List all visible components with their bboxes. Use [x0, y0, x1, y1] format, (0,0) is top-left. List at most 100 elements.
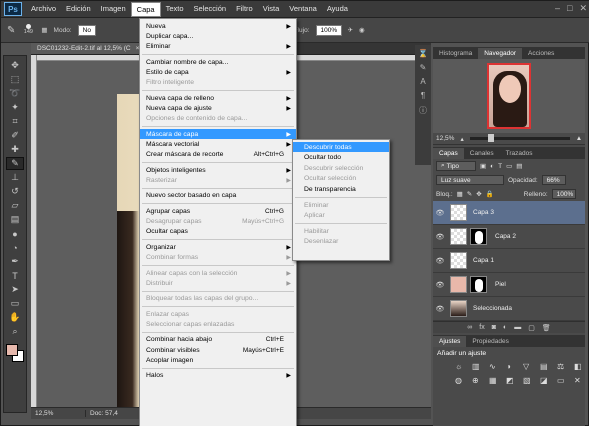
- path-select-icon[interactable]: ➤: [6, 283, 24, 296]
- tab-histograma[interactable]: Histograma: [433, 48, 478, 59]
- history-icon[interactable]: ⌛: [418, 49, 428, 58]
- menu-ayuda[interactable]: Ayuda: [322, 2, 353, 17]
- pen-tool-icon[interactable]: ✒: [6, 255, 24, 268]
- navigator-preview[interactable]: [433, 59, 585, 133]
- filter-adjust-icon[interactable]: ◐: [490, 163, 494, 170]
- tab-propiedades[interactable]: Propiedades: [466, 336, 515, 347]
- document-tab[interactable]: DSC01232-Edit-2.tif al 12,5% (C ×: [31, 43, 146, 54]
- history-brush-icon[interactable]: ↺: [6, 185, 24, 198]
- menu-texto[interactable]: Texto: [161, 2, 189, 17]
- menu-item-nueva-capa-de-relleno[interactable]: Nueva capa de relleno ▶: [140, 93, 296, 103]
- vibrance-icon[interactable]: ▽: [523, 362, 535, 371]
- layer-thumbnail[interactable]: [450, 228, 467, 245]
- menu-item-estilo-de-capa[interactable]: Estilo de capa ▶: [140, 67, 296, 77]
- menu-item-ocultar-todo[interactable]: Ocultar todo: [293, 153, 389, 163]
- lock-transparent-icon[interactable]: ▦: [457, 190, 463, 198]
- layer-thumbnail[interactable]: [450, 204, 467, 221]
- menu-item-nueva-capa-de-ajuste[interactable]: Nueva capa de ajuste ▶: [140, 103, 296, 113]
- menu-item-descubrir-todas[interactable]: Descubrir todas: [293, 142, 389, 152]
- menu-item-agrupar-capas[interactable]: Agrupar capas Ctrl+G: [140, 206, 296, 216]
- tab-trazados[interactable]: Trazados: [500, 148, 539, 159]
- menu-seleccion[interactable]: Selección: [189, 2, 232, 17]
- new-layer-icon[interactable]: ▢: [528, 324, 535, 332]
- menu-item-mascara-de-capa[interactable]: Máscara de capa ▶: [140, 129, 296, 140]
- marquee-tool-icon[interactable]: ⬚: [6, 73, 24, 86]
- menu-capa[interactable]: Capa: [130, 1, 161, 17]
- lookup-icon[interactable]: ▦: [489, 376, 501, 385]
- lasso-tool-icon[interactable]: ➰: [6, 87, 24, 100]
- menu-item-duplicar-capa[interactable]: Duplicar capa...: [140, 31, 296, 41]
- healing-tool-icon[interactable]: ✚: [6, 143, 24, 156]
- layer-row[interactable]: 👁 Seleccionada: [433, 297, 585, 321]
- layer-name[interactable]: Capa 1: [473, 257, 494, 264]
- foreground-color[interactable]: [6, 344, 18, 356]
- layer-thumbnail[interactable]: [450, 300, 467, 317]
- link-icon[interactable]: ∞: [467, 324, 472, 331]
- gradient-tool-icon[interactable]: ▤: [6, 213, 24, 226]
- zoom-slider[interactable]: [469, 134, 570, 142]
- menu-vista[interactable]: Vista: [258, 2, 285, 17]
- navigator-zoom-value[interactable]: 12,5%: [436, 135, 454, 142]
- color-swatches[interactable]: [5, 343, 25, 363]
- add-mask-icon[interactable]: ◙: [492, 324, 496, 331]
- char-icon[interactable]: A: [420, 77, 425, 86]
- visibility-eye-icon[interactable]: 👁: [433, 305, 447, 313]
- menu-item-crear-mascara-de-recorte[interactable]: Crear máscara de recorte Alt+Ctrl+G: [140, 150, 296, 160]
- zoom-slider-knob[interactable]: [487, 134, 494, 142]
- zoom-in-icon[interactable]: ▲: [576, 135, 582, 142]
- layer-thumbnail[interactable]: [450, 276, 467, 293]
- visibility-eye-icon[interactable]: 👁: [433, 209, 447, 217]
- blur-tool-icon[interactable]: ●: [6, 227, 24, 240]
- filter-shape-icon[interactable]: ▭: [506, 162, 512, 170]
- zoom-out-icon[interactable]: ▴: [460, 135, 463, 143]
- gradient-map-icon[interactable]: ▭: [557, 376, 569, 385]
- lock-move-icon[interactable]: ✥: [476, 190, 481, 198]
- menu-item-cambiar-nombre-de-capa[interactable]: Cambiar nombre de capa...: [140, 57, 296, 67]
- doc-info[interactable]: Doc: 57,4: [86, 410, 118, 417]
- layer-filter-select[interactable]: ⌕ Tipo: [436, 161, 476, 171]
- new-adjustment-icon[interactable]: ◐: [503, 324, 507, 331]
- flow-input[interactable]: 100%: [315, 24, 342, 36]
- blend-mode-select[interactable]: Luz suave: [436, 175, 504, 185]
- eraser-tool-icon[interactable]: ▱: [6, 199, 24, 212]
- visibility-eye-icon[interactable]: 👁: [433, 257, 447, 265]
- trash-icon[interactable]: 🗑: [542, 324, 551, 332]
- curves-icon[interactable]: ∿: [489, 362, 501, 371]
- navigator-thumbnail[interactable]: [487, 63, 531, 129]
- menu-ventana[interactable]: Ventana: [284, 2, 322, 17]
- menu-item-de-transparencia[interactable]: De transparencia: [293, 184, 389, 194]
- new-group-icon[interactable]: ▬: [514, 324, 521, 331]
- layer-thumbnail[interactable]: [450, 252, 467, 269]
- layer-row[interactable]: 👁 Capa 2: [433, 225, 585, 249]
- menu-item-acoplar-imagen[interactable]: Acoplar imagen: [140, 355, 296, 365]
- invert-icon[interactable]: ◩: [506, 376, 518, 385]
- airbrush-icon[interactable]: ✈: [348, 26, 353, 34]
- photo-filter-icon[interactable]: ◍: [455, 376, 467, 385]
- tab-navegador[interactable]: Navegador: [478, 48, 523, 59]
- filter-text-icon[interactable]: T: [498, 163, 502, 170]
- fx-icon[interactable]: fx: [479, 324, 484, 331]
- opacity-input[interactable]: 66%: [541, 175, 566, 185]
- type-tool-icon[interactable]: T: [6, 269, 24, 282]
- layer-name[interactable]: Seleccionada: [473, 305, 512, 312]
- levels-icon[interactable]: ▥: [472, 362, 484, 371]
- brush-size-preset[interactable]: 149: [21, 24, 35, 36]
- stamp-tool-icon[interactable]: ⊥: [6, 171, 24, 184]
- filter-smart-icon[interactable]: ▤: [516, 162, 522, 170]
- hue-icon[interactable]: ▤: [540, 362, 552, 371]
- vertical-ruler[interactable]: [31, 55, 37, 407]
- menu-imagen[interactable]: Imagen: [96, 2, 131, 17]
- crop-tool-icon[interactable]: ⌗: [6, 115, 24, 128]
- filter-pixel-icon[interactable]: ▣: [480, 162, 486, 170]
- eyedropper-tool-icon[interactable]: ✐: [6, 129, 24, 142]
- move-tool-icon[interactable]: ✥: [6, 59, 24, 72]
- menu-item-organizar[interactable]: Organizar ▶: [140, 242, 296, 252]
- lock-all-icon[interactable]: 🔒: [486, 190, 494, 198]
- menu-item-nueva[interactable]: Nueva ▶: [140, 21, 296, 31]
- info-icon[interactable]: ⓘ: [419, 105, 427, 116]
- layer-row[interactable]: 👁 Capa 1: [433, 249, 585, 273]
- para-icon[interactable]: ¶: [421, 91, 425, 100]
- menu-item-objetos-inteligentes[interactable]: Objetos inteligentes ▶: [140, 165, 296, 175]
- brush-tool-icon[interactable]: ✎: [6, 157, 24, 170]
- color-balance-icon[interactable]: ⚖: [557, 362, 569, 371]
